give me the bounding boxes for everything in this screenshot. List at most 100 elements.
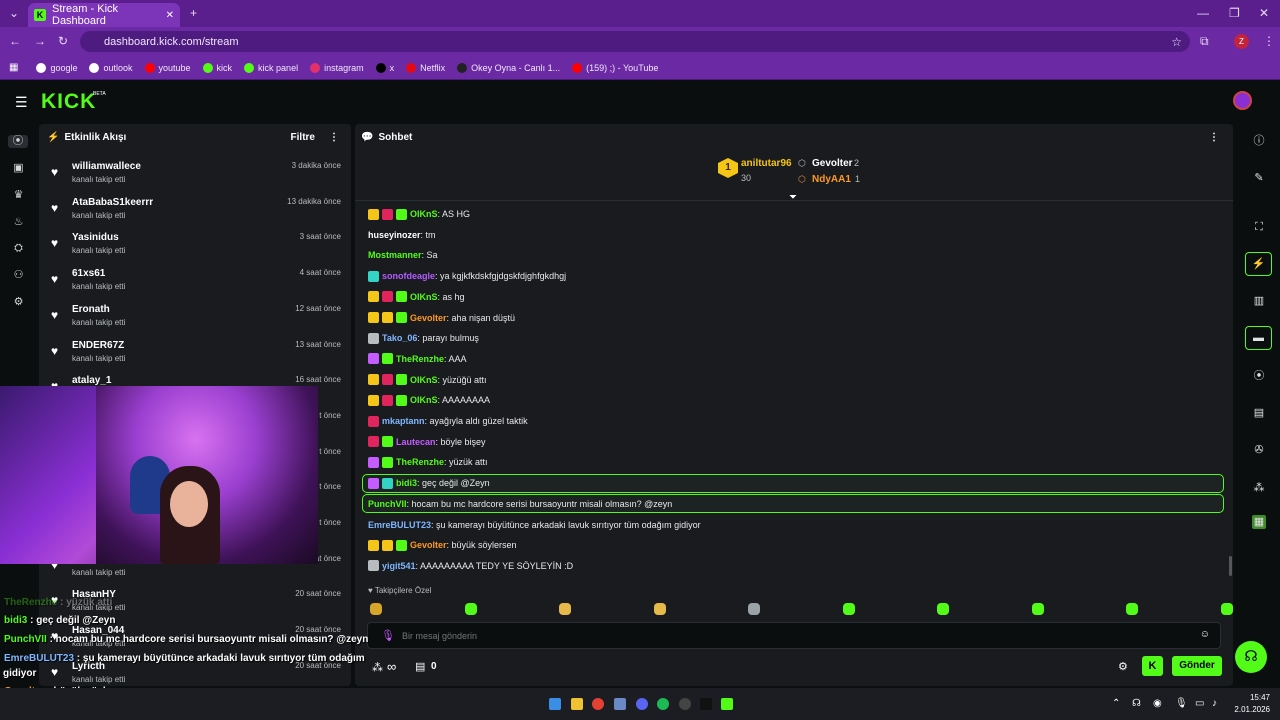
chat-message[interactable]: yigit541: AAAAAAAAA TEDY YE SÖYLEYİN :D — [368, 559, 573, 573]
chat-toggle-icon[interactable]: ▬ — [1245, 326, 1272, 350]
mic-tray-icon[interactable]: 🎙 — [1175, 698, 1188, 709]
activity-item[interactable]: ♥ Yasinidus kanalı takip etti 3 saat önce — [39, 231, 351, 267]
network-icon[interactable]: ▭ — [1195, 698, 1204, 709]
chat-username[interactable]: huseyinozer — [368, 230, 421, 240]
edit-pencil-icon[interactable]: ✎ — [1252, 171, 1266, 185]
app-icon[interactable] — [700, 698, 712, 710]
activity-item[interactable]: ♥ Eronath kanalı takip etti 12 saat önce — [39, 303, 351, 339]
forward-icon[interactable]: → — [34, 34, 46, 48]
activity-item[interactable]: ♥ 61xs61 kanalı takip etti 4 saat önce — [39, 267, 351, 303]
chat-message[interactable]: TheRenzhe: yüzük attı — [368, 455, 488, 469]
minimize-icon[interactable]: — — [1197, 6, 1209, 20]
bookmark-item[interactable]: (159) ;) - YouTube — [572, 62, 658, 73]
chat-message[interactable]: OIKnS: AS HG — [368, 207, 470, 221]
chat-username[interactable]: Lautecan — [396, 437, 436, 447]
chat-username[interactable]: mkaptann — [382, 416, 425, 426]
chat-username[interactable]: TheRenzhe — [396, 457, 444, 467]
gift-icon[interactable]: ♨ — [12, 216, 25, 229]
notes-icon[interactable]: ▥ — [1252, 294, 1266, 308]
chat-username[interactable]: Gevolter — [410, 540, 447, 550]
stream-status-icon[interactable]: ⦿ — [1252, 369, 1266, 383]
chat-username[interactable]: Tako_06 — [382, 333, 417, 343]
chat-username[interactable]: OIKnS — [410, 209, 438, 219]
chat-message[interactable]: Tako_06: parayı bulmuş — [368, 331, 479, 345]
profile-avatar[interactable]: Z — [1234, 34, 1249, 49]
emote-icon[interactable] — [653, 603, 666, 615]
chat-menu-icon[interactable]: ⋮ — [1209, 132, 1219, 143]
chat-input-field[interactable] — [402, 627, 1182, 645]
headset-icon[interactable]: ☊ — [1132, 698, 1141, 709]
screenshot-icon[interactable]: ⛶ — [1252, 220, 1266, 234]
chat-message[interactable]: OIKnS: AAAAAAAA — [368, 393, 490, 407]
filter-button[interactable]: Filtre — [291, 132, 315, 143]
emote-icon[interactable] — [370, 603, 382, 615]
spotify-icon[interactable] — [657, 698, 669, 710]
kick-logo[interactable]: KICK — [41, 90, 96, 114]
chat-username[interactable]: OIKnS — [410, 292, 438, 302]
emote-icon[interactable] — [937, 603, 949, 615]
explorer-icon[interactable] — [571, 698, 583, 710]
discord-icon[interactable] — [636, 698, 648, 710]
moderation-icon[interactable]: ⛭ — [12, 242, 25, 255]
reload-icon[interactable]: ↻ — [58, 34, 68, 48]
chat-message[interactable]: Gevolter: büyük söylersen — [368, 538, 517, 552]
chat-message[interactable]: OIKnS: yüzüğü attı — [368, 373, 487, 387]
emoji-icon[interactable]: ☺ — [1200, 629, 1210, 640]
chat-message[interactable]: huseyinozer: tm — [368, 228, 436, 242]
bookmark-item[interactable]: google — [36, 62, 77, 73]
activity-item[interactable]: ♥ ENDER67Z kanalı takip etti 13 saat önce — [39, 339, 351, 375]
url-field[interactable]: dashboard.kick.com/stream ☆ — [80, 31, 1190, 52]
volume-icon[interactable]: ♪ — [1212, 698, 1217, 709]
send-button[interactable]: Gönder — [1172, 656, 1222, 676]
window-close-icon[interactable]: ✕ — [1259, 6, 1269, 20]
bookmark-item[interactable]: Okey Oyna - Canlı 1... — [457, 62, 560, 73]
info-icon[interactable]: ⓘ — [1252, 134, 1266, 148]
chat-scrollbar[interactable] — [1229, 556, 1232, 576]
chat-input[interactable]: 🎙 ☺ — [367, 622, 1221, 649]
help-fab-icon[interactable]: ☊ — [1235, 641, 1267, 673]
quick-actions-icon[interactable]: ⚡ — [1245, 252, 1272, 276]
chat-username[interactable]: sonofdeagle — [382, 271, 435, 281]
chat-message[interactable]: mkaptann: ayağıyla aldı güzel taktik — [368, 414, 528, 428]
menu-kebab-icon[interactable]: ⋮ — [1263, 34, 1275, 48]
layout-icon[interactable]: ▤ — [1252, 406, 1266, 420]
chat-username[interactable]: yigit541 — [382, 561, 416, 571]
emote-icon[interactable] — [842, 603, 855, 615]
start-icon[interactable] — [549, 698, 561, 710]
kick-chat-action-icon[interactable]: K — [1142, 656, 1163, 676]
bookmark-item[interactable]: x — [375, 62, 394, 73]
chat-message[interactable]: sonofdeagle: ya kgjkfkdskfgjdgskfdjghfgk… — [368, 269, 566, 283]
settings-gear-icon[interactable]: ⚙ — [12, 296, 25, 309]
steam-icon[interactable] — [614, 698, 626, 710]
clock-time[interactable]: 15:47 — [1236, 693, 1270, 702]
back-icon[interactable]: ← — [9, 34, 21, 48]
bookmark-star-icon[interactable]: ☆ — [1171, 35, 1182, 49]
user-avatar[interactable] — [1233, 91, 1252, 110]
broadcast-icon[interactable]: ⦿ — [8, 135, 28, 148]
leader-third-name[interactable]: NdyAA1 — [812, 174, 851, 185]
browser-tab[interactable]: K Stream - Kick Dashboard ✕ — [28, 3, 180, 27]
leader-second-name[interactable]: Gevolter — [812, 158, 853, 169]
hamburger-menu-icon[interactable]: ☰ — [15, 94, 28, 111]
tab-search-icon[interactable]: ⌄ — [9, 6, 19, 20]
chat-username[interactable]: Mostmanner — [368, 250, 422, 260]
emote-icon[interactable] — [559, 603, 571, 615]
bookmark-item[interactable]: Netflix — [406, 62, 445, 73]
mic-icon[interactable]: 🎙 — [381, 629, 395, 642]
tools-wrench-icon[interactable]: ✇ — [1252, 443, 1266, 457]
chat-message[interactable]: bidi3: geç değil @Zeyn — [368, 476, 490, 490]
close-icon[interactable]: ✕ — [166, 10, 174, 21]
clock-date[interactable]: 2.01.2026 — [1226, 705, 1270, 714]
chat-username[interactable]: OIKnS — [410, 395, 438, 405]
emote-icon[interactable] — [748, 603, 760, 615]
chat-message[interactable]: Lautecan: böyle bişey — [368, 435, 486, 449]
chat-username[interactable]: bidi3 — [396, 478, 417, 488]
chat-username[interactable]: OIKnS — [410, 375, 438, 385]
chat-message[interactable]: TheRenzhe: AAA — [368, 352, 467, 366]
bookmark-item[interactable]: instagram — [310, 62, 364, 73]
community-icon[interactable]: ⚇ — [12, 269, 25, 282]
steam-tray-icon[interactable]: ◉ — [1153, 698, 1162, 709]
dashboard-icon[interactable]: ▣ — [12, 162, 25, 175]
share-icon[interactable]: ⁂ — [1252, 481, 1266, 495]
points-icon[interactable]: ⁂ — [372, 661, 383, 674]
